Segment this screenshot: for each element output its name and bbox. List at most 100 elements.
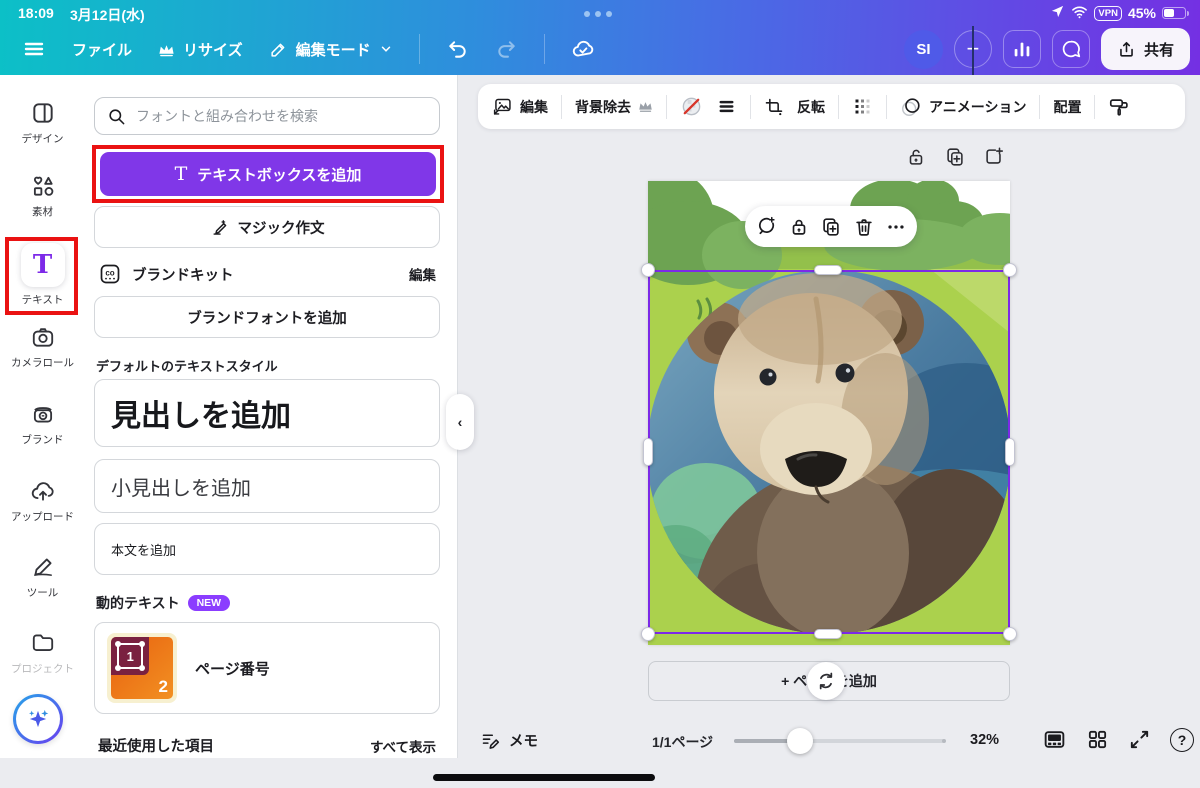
sidebar-item-text[interactable]: T テキスト: [0, 243, 85, 307]
magic-write-button[interactable]: マジック作文: [94, 206, 440, 248]
zoom-slider[interactable]: [734, 739, 946, 743]
edit-mode-button[interactable]: 編集モード: [269, 39, 393, 60]
position-button[interactable]: 配置: [1053, 97, 1081, 117]
text-t-icon: T: [174, 163, 188, 185]
filter-none-icon: [682, 97, 701, 116]
hamburger-icon: [24, 42, 44, 56]
sidebar-item-design[interactable]: デザイン: [0, 100, 85, 146]
battery-icon: [1162, 7, 1189, 19]
fullscreen-button[interactable]: [1128, 728, 1151, 751]
question-icon: ?: [1177, 731, 1187, 748]
home-indicator[interactable]: [433, 774, 655, 781]
resize-handle-top-right[interactable]: [1003, 263, 1017, 277]
flip-button[interactable]: 反転: [797, 97, 825, 117]
notes-icon: [482, 734, 500, 749]
duplicate-page-button[interactable]: [944, 146, 966, 173]
elements-icon: [33, 176, 53, 196]
sidebar-item-uploads[interactable]: アップロード: [0, 478, 85, 524]
resize-handle-top-left[interactable]: [641, 263, 655, 277]
notes-button[interactable]: メモ: [480, 730, 538, 751]
brand-kit-row[interactable]: co ブランドキット 編集: [98, 260, 436, 288]
duplicate-plus-icon: [823, 217, 840, 236]
sidebar-item-camera-roll[interactable]: カメラロール: [0, 324, 85, 370]
avatar[interactable]: SI: [903, 29, 943, 69]
cloud-check-icon: [572, 40, 593, 57]
text-cursor: [972, 26, 974, 75]
folder-icon: [32, 634, 53, 651]
help-button[interactable]: ?: [1170, 727, 1194, 752]
sidebar-item-tools[interactable]: ツール: [0, 554, 85, 600]
redo-button[interactable]: [495, 38, 518, 61]
resize-handle-bottom[interactable]: [814, 629, 842, 639]
resize-handle-left[interactable]: [643, 438, 653, 466]
adjust-button[interactable]: [716, 96, 737, 117]
bear-design-artwork: [648, 181, 1010, 645]
crop-button[interactable]: [764, 97, 784, 117]
delete-element-button[interactable]: [853, 216, 875, 238]
top-bar: 18:09 3月12日(水) VPN 45% ファイル リサイズ 編集モード S…: [0, 0, 1200, 75]
search-input[interactable]: [136, 108, 427, 124]
share-icon: [1120, 41, 1133, 57]
file-menu-button[interactable]: ファイル: [72, 39, 132, 60]
canva-editor-app: 18:09 3月12日(水) VPN 45% ファイル リサイズ 編集モード S…: [0, 0, 1200, 788]
add-brand-font-button[interactable]: ブランドフォントを追加: [94, 296, 440, 338]
animate-button[interactable]: アニメーション: [900, 96, 1026, 118]
transparency-button[interactable]: [852, 96, 873, 117]
canvas-page[interactable]: [648, 181, 1010, 645]
resize-handle-top[interactable]: [814, 265, 842, 275]
add-comment-button[interactable]: [755, 215, 778, 238]
cloud-save-status[interactable]: [571, 37, 595, 61]
add-subheading-box[interactable]: 小見出しを追加: [94, 459, 440, 513]
sidebar-item-projects[interactable]: プロジェクト: [0, 630, 85, 676]
edit-image-button[interactable]: 編集: [492, 96, 548, 117]
brand-kit-edit-link[interactable]: 編集: [409, 264, 436, 284]
add-page-above-button[interactable]: [983, 146, 1005, 173]
refresh-icon: [819, 672, 833, 690]
camera-icon: [32, 328, 53, 347]
add-body-text-box[interactable]: 本文を追加: [94, 523, 440, 575]
svg-text:co: co: [105, 269, 114, 278]
copy-style-button[interactable]: [1108, 96, 1130, 118]
resize-handle-bottom-left[interactable]: [641, 627, 655, 641]
zoom-level: 32%: [970, 732, 1000, 748]
element-context-toolbar: [745, 206, 917, 247]
add-heading-box[interactable]: 見出しを追加: [94, 379, 440, 447]
design-icon: [32, 103, 53, 123]
status-bar: 18:09 3月12日(水) VPN 45%: [0, 3, 1200, 25]
see-all-link[interactable]: すべて表示: [370, 736, 436, 756]
add-text-box-button[interactable]: T テキストボックスを追加: [100, 152, 436, 196]
zoom-slider-knob[interactable]: [787, 728, 813, 754]
page-indicator: 1/1ページ: [652, 734, 714, 750]
sidebar-item-brand[interactable]: ブランド: [0, 401, 85, 447]
divider: [543, 34, 545, 64]
font-search[interactable]: [94, 97, 440, 135]
bar-chart-icon: [1014, 42, 1030, 57]
page-number-thumbnail: 1 2: [107, 633, 177, 703]
insights-button[interactable]: [1002, 30, 1041, 68]
grid-view-button[interactable]: [1086, 728, 1109, 751]
presenter-view-button[interactable]: [1042, 727, 1067, 752]
share-button[interactable]: 共有: [1100, 28, 1190, 70]
undo-button[interactable]: [446, 38, 469, 61]
comments-button[interactable]: [1051, 30, 1090, 68]
resize-handle-right[interactable]: [1005, 438, 1015, 466]
more-options-button[interactable]: [885, 216, 907, 238]
sidebar-item-elements[interactable]: 素材: [0, 173, 85, 219]
menu-button[interactable]: [22, 37, 46, 61]
magic-ai-button[interactable]: [13, 694, 63, 744]
grid-view-icon: [1088, 730, 1107, 749]
duplicate-element-button[interactable]: [820, 216, 842, 238]
text-icon: T: [20, 243, 65, 287]
background-remove-button[interactable]: 背景除去: [575, 97, 653, 117]
resize-button[interactable]: リサイズ: [158, 39, 243, 60]
dynamic-text-title: 動的テキスト NEW: [96, 593, 231, 613]
lock-icon: [792, 219, 806, 235]
resize-handle-bottom-right[interactable]: [1003, 627, 1017, 641]
panel-collapse-button[interactable]: ‹: [446, 394, 474, 450]
pencil-icon: [270, 43, 284, 57]
page-number-card[interactable]: 1 2 ページ番号: [94, 622, 440, 714]
multitask-dots-icon[interactable]: [584, 11, 612, 17]
lock-element-button[interactable]: [788, 216, 810, 238]
no-filter-button[interactable]: [680, 95, 703, 118]
unlock-page-button[interactable]: [905, 146, 927, 173]
